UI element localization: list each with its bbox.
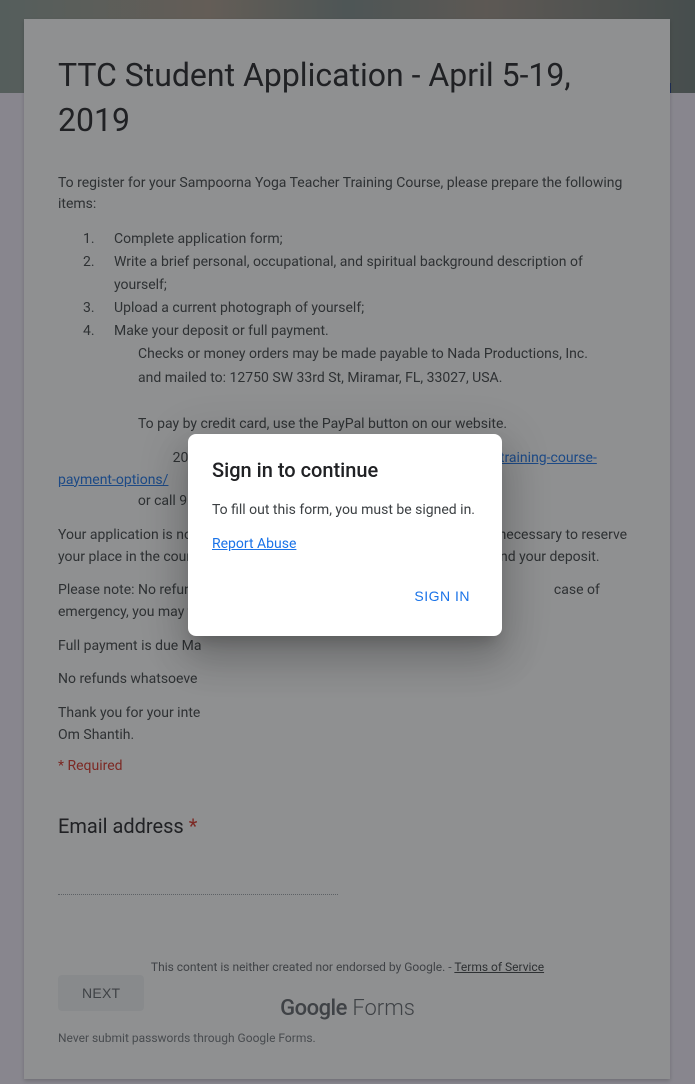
dialog-actions: SIGN IN xyxy=(212,580,478,612)
signin-dialog: Sign in to continue To fill out this for… xyxy=(188,434,502,636)
signin-button[interactable]: SIGN IN xyxy=(406,580,478,612)
dialog-body: To fill out this form, you must be signe… xyxy=(212,500,478,521)
dialog-title: Sign in to continue xyxy=(212,458,478,482)
report-abuse-link[interactable]: Report Abuse xyxy=(212,536,296,552)
